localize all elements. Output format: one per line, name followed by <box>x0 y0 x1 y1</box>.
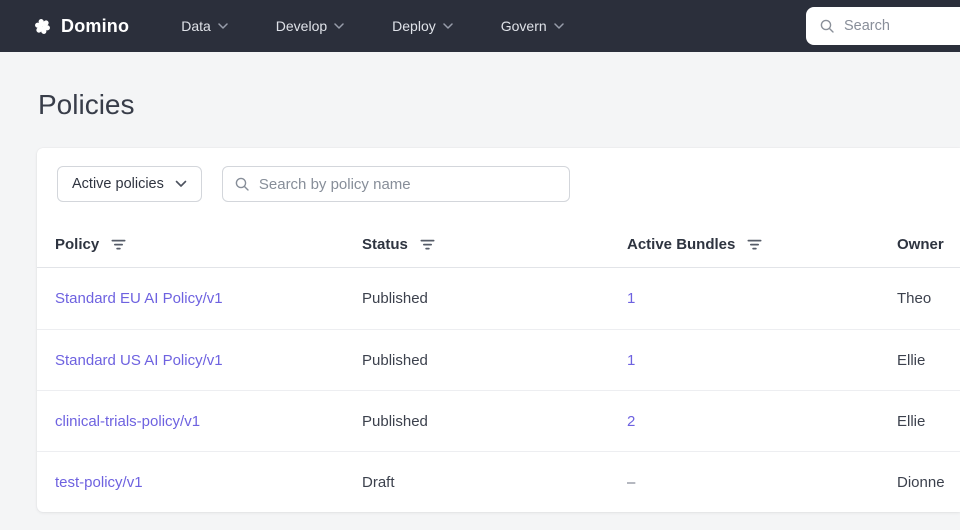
nav-item-label: Deploy <box>392 18 436 34</box>
chevron-down-icon <box>443 23 453 29</box>
policy-filter-dropdown[interactable]: Active policies <box>57 166 202 202</box>
column-header-policy: Policy <box>37 236 362 253</box>
brand-name: Domino <box>61 15 130 36</box>
policy-link[interactable]: clinical-trials-policy/v1 <box>55 413 200 430</box>
owner-value: Ellie <box>897 412 926 430</box>
policy-link[interactable]: Standard US AI Policy/v1 <box>55 352 223 369</box>
column-header-owner: Owner <box>897 236 960 253</box>
column-label: Policy <box>55 236 100 253</box>
main-nav: Data Develop Deploy Govern <box>181 18 564 34</box>
policy-link[interactable]: Standard EU AI Policy/v1 <box>55 290 223 307</box>
domino-brand[interactable]: Domino <box>32 16 129 37</box>
active-bundles-link[interactable]: 1 <box>627 290 635 307</box>
nav-item-label: Develop <box>275 18 328 34</box>
table-row: Standard US AI Policy/v1 Published 1 Ell… <box>37 329 960 390</box>
status-value: Draft <box>362 473 395 491</box>
chevron-down-icon <box>175 180 187 188</box>
nav-item-label: Data <box>181 18 211 34</box>
column-label: Owner <box>897 236 944 253</box>
global-search-input[interactable] <box>844 18 960 34</box>
domino-pinwheel-icon <box>32 16 53 37</box>
top-navbar: Domino Data Develop Deploy Govern <box>0 0 960 52</box>
table-row: clinical-trials-policy/v1 Published 2 El… <box>37 390 960 451</box>
nav-item-label: Govern <box>500 18 547 34</box>
page-title: Policies <box>38 89 135 120</box>
column-header-active-bundles: Active Bundles <box>627 236 897 253</box>
table-header: Policy Status Active Bundles Owner <box>37 222 960 268</box>
status-value: Published <box>362 351 428 369</box>
filter-icon[interactable] <box>111 239 126 251</box>
table-row: Standard EU AI Policy/v1 Published 1 The… <box>37 268 960 329</box>
status-value: Published <box>362 412 428 430</box>
table-row: test-policy/v1 Draft – Dionne <box>37 451 960 512</box>
nav-item-deploy[interactable]: Deploy <box>392 18 453 34</box>
column-label: Status <box>362 236 408 253</box>
active-bundles-link[interactable]: 1 <box>627 352 635 369</box>
nav-item-govern[interactable]: Govern <box>501 18 564 34</box>
global-search[interactable] <box>806 7 960 45</box>
search-icon <box>819 18 835 34</box>
policies-toolbar: Active policies <box>37 148 960 222</box>
column-label: Active Bundles <box>627 236 736 253</box>
policy-filter-value: Active policies <box>72 176 164 192</box>
policies-page: Policies Active policies Policy <box>0 88 960 512</box>
chevron-down-icon <box>334 23 344 29</box>
policy-search-input[interactable] <box>221 166 570 202</box>
status-value: Published <box>362 290 428 307</box>
owner-value: Ellie <box>897 351 926 369</box>
active-bundles-link[interactable]: 2 <box>627 413 635 430</box>
chevron-down-icon <box>218 23 228 29</box>
filter-icon[interactable] <box>747 239 762 251</box>
policy-search <box>221 166 570 202</box>
filter-icon[interactable] <box>420 239 435 251</box>
column-header-status: Status <box>362 236 627 253</box>
policies-card: Active policies Policy Status <box>37 148 960 512</box>
nav-item-data[interactable]: Data <box>181 18 228 34</box>
active-bundles-empty: – <box>627 473 636 491</box>
policy-link[interactable]: test-policy/v1 <box>55 474 143 491</box>
owner-value: Dionne <box>897 473 945 491</box>
chevron-down-icon <box>553 23 564 29</box>
nav-item-develop[interactable]: Develop <box>276 18 344 34</box>
owner-value: Theo <box>897 290 932 307</box>
